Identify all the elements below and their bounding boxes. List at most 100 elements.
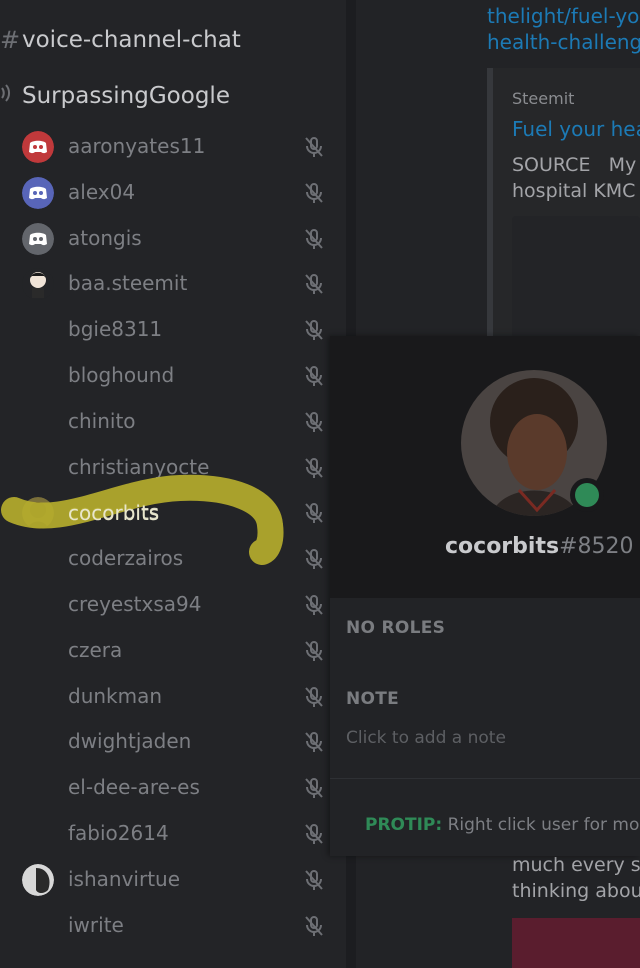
microphone-muted-icon [302, 318, 326, 342]
roles-label: NO ROLES [346, 618, 446, 638]
voice-user-row[interactable]: coderzairos [0, 537, 346, 581]
microphone-muted-icon [302, 135, 326, 159]
voice-user-row[interactable]: bgie8311 [0, 308, 346, 352]
voice-user-row[interactable]: christianyocte [0, 446, 346, 490]
voice-user-name: dunkman [68, 683, 163, 708]
avatar [22, 268, 54, 301]
embed-provider: Steemit [512, 89, 575, 108]
voice-user-row[interactable]: ishanvirtue [0, 858, 346, 902]
note-input[interactable]: Click to add a note [346, 728, 506, 748]
note-label: NOTE [346, 689, 400, 709]
voice-user-name: atongis [68, 225, 142, 250]
voice-user-row[interactable]: el-dee-are-es [0, 766, 346, 810]
voice-user-name: dwightjaden [68, 729, 192, 754]
microphone-muted-icon [302, 227, 326, 251]
voice-user-row[interactable]: dunkman [0, 675, 346, 719]
voice-user-name: coderzairos [68, 546, 184, 571]
message-text: much every si thinking abou [512, 852, 640, 904]
microphone-muted-icon [302, 364, 326, 388]
avatar [22, 772, 54, 804]
voice-user-name: christianyocte [68, 454, 210, 479]
voice-user-row[interactable]: aaronyates11 [0, 125, 346, 169]
avatar [22, 406, 54, 438]
voice-user-row[interactable]: fabio2614 [0, 812, 346, 856]
voice-user-name: el-dee-are-es [68, 775, 200, 800]
avatar [22, 681, 54, 713]
voice-user-name: creyestxsa94 [68, 592, 202, 616]
avatar [22, 176, 54, 209]
voice-user-name: bgie8311 [68, 317, 163, 342]
message-text-line2: thinking abou [512, 880, 640, 902]
voice-user-row[interactable]: chinito [0, 400, 346, 444]
voice-user-row[interactable]: dwightjaden [0, 720, 346, 764]
message-link-line1[interactable]: thelight/fuel-yo [487, 4, 639, 28]
user-profile-popout: cocorbits#8520 NO ROLES NOTE Click to ad… [330, 336, 640, 856]
divider [330, 778, 640, 779]
avatar [22, 131, 54, 163]
avatar [22, 360, 54, 392]
voice-user-name: aaronyates11 [68, 134, 206, 158]
voice-user-name: ishanvirtue [68, 866, 181, 891]
microphone-muted-icon [302, 501, 326, 525]
microphone-muted-icon [302, 410, 326, 434]
voice-user-row[interactable]: bloghound [0, 354, 346, 398]
microphone-muted-icon [302, 776, 326, 800]
microphone-muted-icon [302, 685, 326, 709]
avatar [22, 910, 54, 942]
popout-header: cocorbits#8520 [330, 336, 640, 598]
avatar [22, 726, 54, 758]
avatar [22, 314, 54, 346]
app-window: # voice-channel-chat SurpassingGoogle aa… [0, 0, 640, 968]
embed-image[interactable] [512, 216, 640, 338]
avatar [22, 635, 54, 667]
voice-user-name: baa.steemit [68, 271, 188, 296]
hash-icon: # [0, 26, 21, 54]
protip-text: PROTIP: Right click user for more [365, 815, 640, 835]
voice-user-row[interactable]: alex04 [0, 171, 346, 215]
voice-user-row[interactable]: atongis [0, 217, 346, 261]
avatar [22, 589, 54, 621]
profile-discriminator: #8520 [559, 534, 634, 559]
voice-user-name: czera [68, 637, 123, 662]
microphone-muted-icon [302, 456, 326, 480]
microphone-muted-icon [302, 868, 326, 892]
avatar [22, 543, 54, 575]
voice-channel-row[interactable]: SurpassingGoogle [0, 76, 230, 116]
voice-user-row[interactable]: cocorbits [0, 491, 346, 535]
voice-user-name: alex04 [68, 179, 136, 204]
microphone-muted-icon [302, 181, 326, 205]
text-channel-row[interactable]: # voice-channel-chat [0, 20, 241, 60]
voice-user-name: bloghound [68, 363, 175, 387]
profile-username: cocorbits [445, 534, 560, 559]
voice-user-row[interactable]: iwrite [0, 904, 346, 948]
online-status-icon [570, 478, 604, 512]
highlighted-username: cocorbits [68, 501, 160, 525]
embed-title[interactable]: Fuel your hea [512, 117, 640, 141]
voice-user-name: fabio2614 [68, 821, 169, 845]
profile-name[interactable]: cocorbits#8520 [445, 534, 633, 559]
voice-channel-name: SurpassingGoogle [22, 83, 230, 109]
microphone-muted-icon [302, 914, 326, 938]
microphone-muted-icon [302, 730, 326, 754]
protip-body: Right click user for more [442, 815, 640, 835]
microphone-muted-icon [302, 822, 326, 846]
voice-user-row[interactable]: czera [0, 629, 346, 673]
microphone-muted-icon [302, 272, 326, 296]
embed-desc-line2: hospital KMC [512, 180, 636, 202]
microphone-muted-icon [302, 593, 326, 617]
avatar [22, 863, 54, 896]
voice-user-name: iwrite [68, 912, 124, 937]
embed-description: SOURCE My hospital KMC [512, 152, 640, 204]
channel-sidebar: # voice-channel-chat SurpassingGoogle aa… [0, 0, 346, 968]
microphone-muted-icon [302, 639, 326, 663]
avatar [22, 497, 54, 530]
voice-user-name: chinito [68, 408, 136, 433]
protip-label: PROTIP: [365, 815, 443, 835]
voice-user-row[interactable]: creyestxsa94 [0, 583, 346, 627]
voice-user-row[interactable]: baa.steemit [0, 262, 346, 306]
message-image[interactable] [512, 918, 640, 968]
text-channel-name: voice-channel-chat [22, 27, 241, 53]
avatar [22, 222, 54, 255]
speaker-icon [0, 82, 22, 110]
message-link-line2[interactable]: health-challeng [487, 30, 640, 54]
